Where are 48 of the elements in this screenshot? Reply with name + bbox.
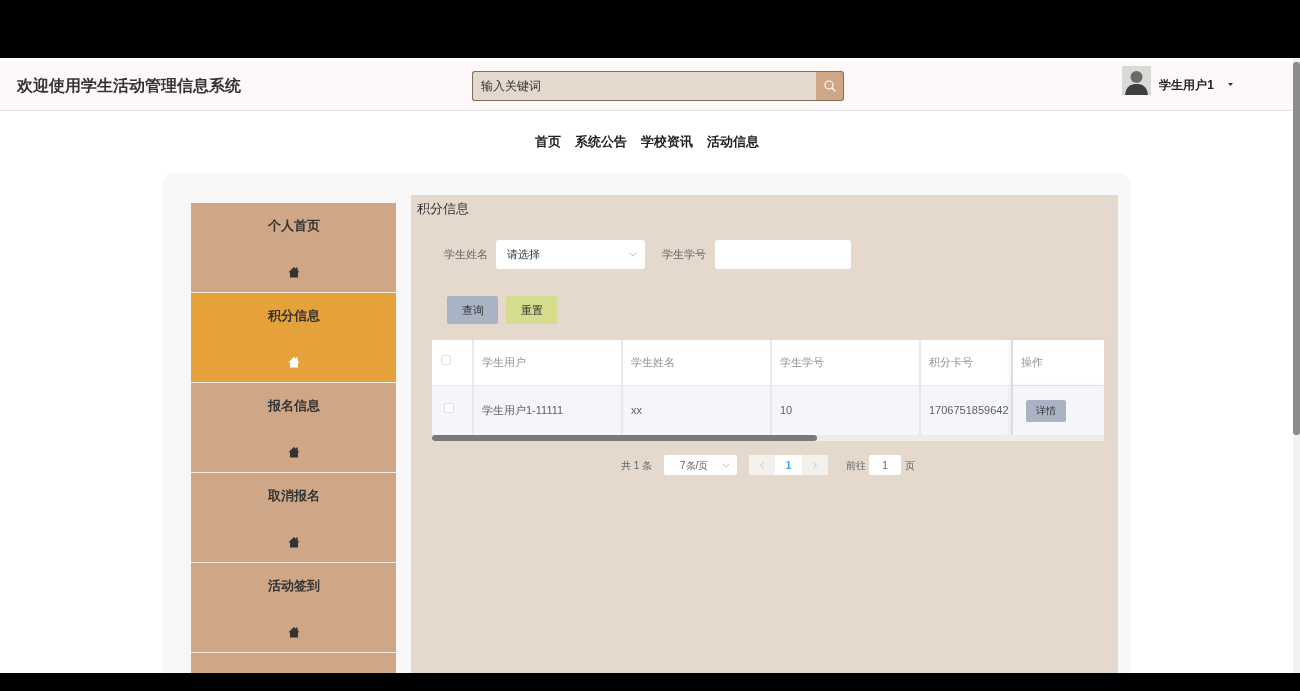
column-header: 学生学号 [772,340,921,386]
column-header: 学生姓名 [623,340,772,386]
query-button[interactable]: 查询 [447,296,498,324]
page-size-select[interactable]: 7条/页 [664,455,738,475]
user-name[interactable]: 学生用户1 [1159,75,1214,94]
checkbox[interactable] [444,403,454,413]
select-field[interactable]: 请选择 [496,240,645,269]
sidebar-item[interactable]: 积分信息 [191,293,396,383]
nav-link[interactable]: 活动信息 [706,132,759,152]
home-icon [287,356,300,368]
table-cell: 1706751859642 [921,386,1013,435]
column-header: 积分卡号 [921,340,1013,386]
column-header: 学生用户 [474,340,623,386]
panel-title: 积分信息 [417,201,469,216]
goto-label: 前往 [846,458,867,473]
details-button[interactable]: 详情 [1026,399,1066,422]
home-icon [287,536,300,548]
scrollbar-thumb[interactable] [1293,62,1300,435]
total-count: 共 1 条 [620,458,653,473]
page-scrollbar[interactable] [1293,58,1300,673]
column-header: 操作 [1013,340,1104,386]
home-icon [287,266,300,278]
table-cell: xx [623,386,772,435]
nav-link[interactable]: 学校资讯 [640,132,693,152]
chevron-right-icon [813,461,818,469]
checkbox[interactable] [441,355,451,365]
chevron-down-icon [629,252,637,257]
next-page-button[interactable] [802,455,829,475]
scrollbar-thumb[interactable] [432,435,817,441]
page-input[interactable]: 1 [869,455,902,475]
nav-link[interactable]: 系统公告 [574,132,627,152]
caret-icon [1228,83,1233,86]
chevron-left-icon [760,461,765,469]
avatar-icon [1122,66,1152,95]
home-icon [287,626,300,638]
table-scrollbar[interactable] [432,435,1104,441]
table-cell: 10 [772,386,921,435]
reset-button[interactable]: 重置 [506,296,557,324]
page-suffix: 页 [905,458,916,473]
home-icon [287,446,300,458]
prev-page-button[interactable] [749,455,776,475]
input-field[interactable] [715,240,851,269]
table-cell: 学生用户1-11111 [474,386,623,435]
filter-label: 学生学号 [662,247,706,263]
filter-label: 学生姓名 [444,247,488,263]
nav-link[interactable]: 首页 [534,132,561,152]
chevron-down-icon [722,462,731,468]
site-title: 欢迎使用学生活动管理信息系统 [17,77,241,94]
